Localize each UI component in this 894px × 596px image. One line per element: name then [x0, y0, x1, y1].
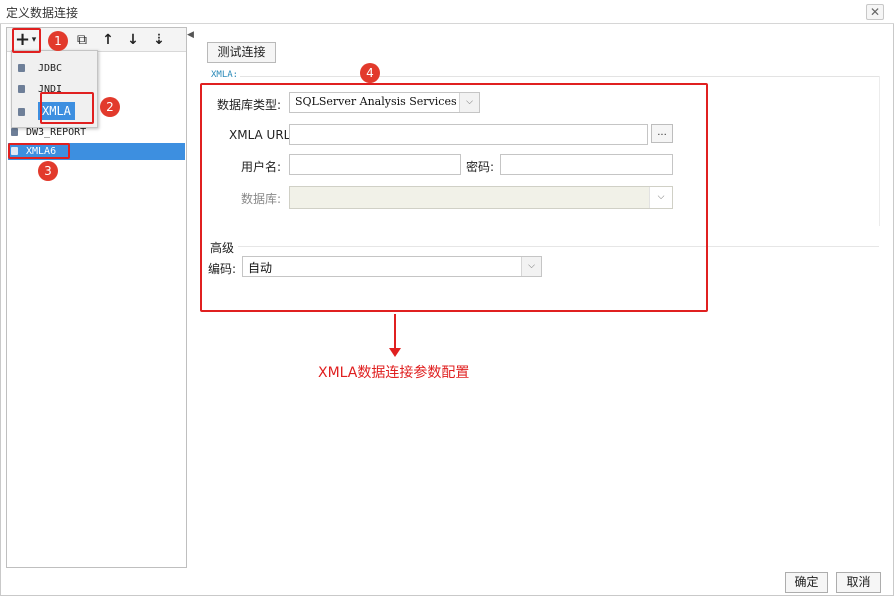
annotation-box-xmla [40, 92, 94, 124]
annotation-badge-2: 2 [100, 97, 120, 117]
database-icon [18, 64, 25, 72]
ok-button[interactable]: 确定 [785, 572, 828, 593]
test-connection-button[interactable]: 测试连接 [207, 42, 276, 63]
move-down-icon[interactable]: ↓ [125, 30, 141, 50]
database-icon [11, 128, 18, 136]
annotation-box-form [200, 83, 708, 312]
close-icon[interactable]: ✕ [866, 4, 884, 20]
annotation-badge-1: 1 [48, 31, 68, 51]
database-icon [18, 85, 25, 93]
title-bar: 定义数据连接 ✕ [0, 0, 894, 24]
tree-item-label: DW3_REPORT [26, 127, 87, 138]
annotation-badge-4: 4 [360, 63, 380, 83]
menu-item-label: JDBC [38, 63, 63, 74]
sort-icon[interactable]: ⇣ [150, 30, 168, 50]
annotation-box-add [12, 28, 41, 53]
section-divider [240, 76, 880, 77]
menu-item-jdbc[interactable]: JDBC [18, 60, 62, 78]
window-title: 定义数据连接 [6, 6, 79, 20]
annotation-badge-3: 3 [38, 161, 58, 181]
copy-icon[interactable]: ⧉ [73, 30, 91, 50]
cancel-button[interactable]: 取消 [836, 572, 881, 593]
database-icon [18, 108, 25, 116]
annotation-box-xmla6 [8, 143, 70, 159]
collapse-left-icon[interactable]: ◀ [187, 30, 194, 40]
section-border [879, 76, 880, 226]
annotation-arrow [389, 314, 401, 357]
move-up-icon[interactable]: ↑ [100, 30, 116, 50]
xmla-section-legend: XMLA: [211, 70, 239, 80]
annotation-caption: XMLA数据连接参数配置 [318, 365, 470, 381]
